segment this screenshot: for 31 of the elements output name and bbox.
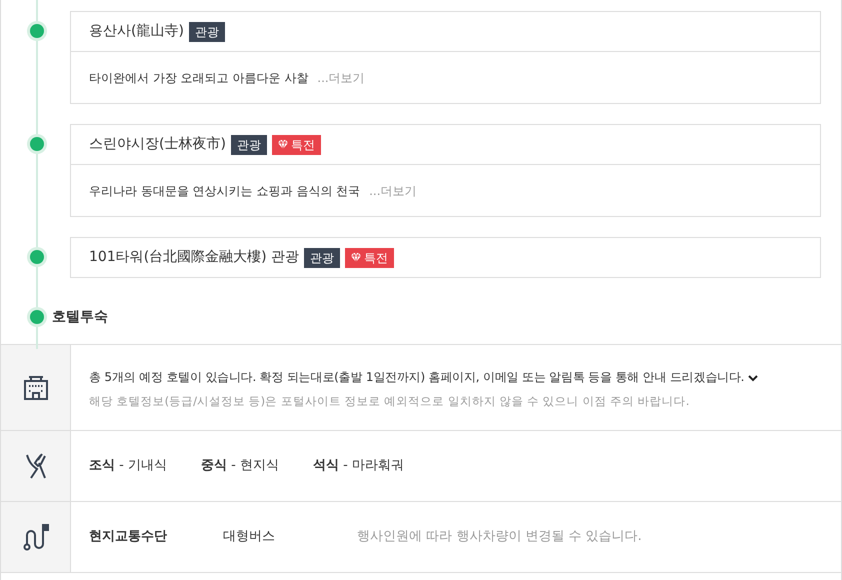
chevron-icon	[748, 374, 758, 382]
timeline-dot	[30, 310, 44, 324]
timeline-dot	[30, 250, 44, 264]
fork-knife-icon	[24, 453, 46, 479]
category-tag: 관광	[230, 134, 267, 154]
more-link[interactable]: ...더보기	[369, 182, 417, 200]
timeline-dot	[30, 24, 44, 38]
transport-value: 대형버스	[223, 528, 276, 546]
meal-item: 석식 - 마라훠궈	[312, 457, 404, 476]
category-tag: 관광	[188, 22, 225, 42]
more-link[interactable]: ...더보기	[317, 68, 365, 86]
place-title: 용산사(龍山寺)	[89, 22, 184, 41]
building-icon	[22, 374, 48, 400]
transport-label: 현지교통수단	[89, 528, 168, 546]
meal-item: 조식 - 기내식	[89, 457, 167, 476]
place-description: 타이완에서 가장 오래되고 아름다운 사찰	[89, 70, 308, 86]
stay-title: 호텔투숙	[52, 308, 108, 326]
hotel-caution: 해당 호텔정보(등급/시설정보 등)은 포털사이트 정보로 예외적으로 일치하지 않을 수 있으니 이점 주의 바랍니다.	[89, 392, 690, 410]
diamond-icon	[351, 253, 362, 262]
route-flag-icon	[22, 523, 48, 551]
place-title: 101타워(台北國際金融大樓) 관광	[89, 248, 300, 267]
transport-note: 행사인원에 따라 행사차량이 변경될 수 있습니다.	[357, 528, 642, 546]
timeline-dot	[30, 137, 44, 151]
special-tag: 특전	[272, 134, 321, 154]
place-description: 우리나라 동대문을 연상시키는 쇼핑과 음식의 천국	[89, 182, 360, 200]
place-title: 스린야시장(士林夜市)	[89, 135, 226, 154]
hotel-notice: 총 5개의 예정 호텔이 있습니다. 확정 되는대로(출발 1일전까지) 홈페이지, 이메일 또는 알림톡 등을 통해 안내 드리겠습니다.	[89, 368, 744, 386]
meal-item: 중식 - 현지식	[200, 457, 279, 476]
diamond-icon	[278, 140, 288, 149]
category-tag: 관광	[304, 248, 340, 268]
special-tag: 특전	[345, 248, 394, 268]
